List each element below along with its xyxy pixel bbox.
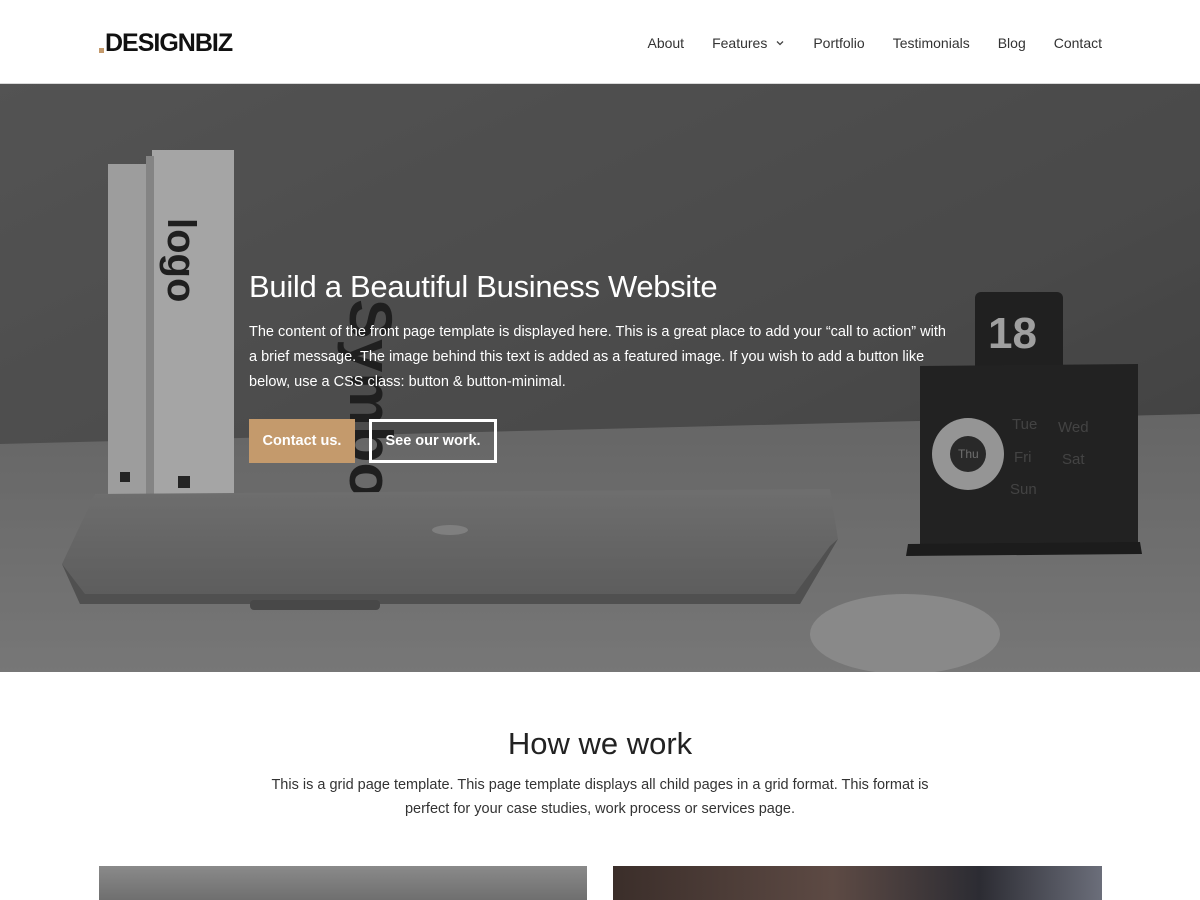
see-our-work-button[interactable]: See our work.	[369, 419, 497, 463]
nav-testimonials[interactable]: Testimonials	[893, 30, 970, 56]
logo-dot	[99, 48, 104, 53]
logo-text: DESIGNBIZ	[105, 29, 233, 57]
site-logo[interactable]: DESIGNBIZ	[99, 27, 233, 59]
nav-features[interactable]: Features	[712, 30, 785, 56]
nav-blog[interactable]: Blog	[998, 30, 1026, 56]
nav-features-label: Features	[712, 35, 768, 51]
nav-about[interactable]: About	[647, 30, 684, 56]
chevron-down-icon	[776, 41, 784, 46]
hero-content: Build a Beautiful Business Website The c…	[249, 268, 949, 463]
grid-card-image[interactable]	[99, 866, 587, 900]
main-nav: About Features Portfolio Testimonials Bl…	[647, 30, 1102, 56]
hero-title: Build a Beautiful Business Website	[249, 269, 718, 304]
contact-us-button[interactable]: Contact us.	[249, 419, 355, 463]
nav-contact[interactable]: Contact	[1054, 30, 1102, 56]
section-text: This is a grid page template. This page …	[271, 777, 929, 817]
hero-text: The content of the front page template i…	[249, 324, 946, 390]
section-title: How we work	[507, 726, 693, 761]
hero-buttons: Contact us. See our work.	[249, 419, 949, 463]
nav-portfolio[interactable]: Portfolio	[813, 30, 864, 56]
grid-card-image[interactable]	[613, 866, 1102, 900]
hero-section: logo Symbol 18 Thu Tue Wed Fri Sat Sun B…	[0, 84, 1200, 672]
site-header: DESIGNBIZ About Features Portfolio Testi…	[0, 0, 1200, 84]
